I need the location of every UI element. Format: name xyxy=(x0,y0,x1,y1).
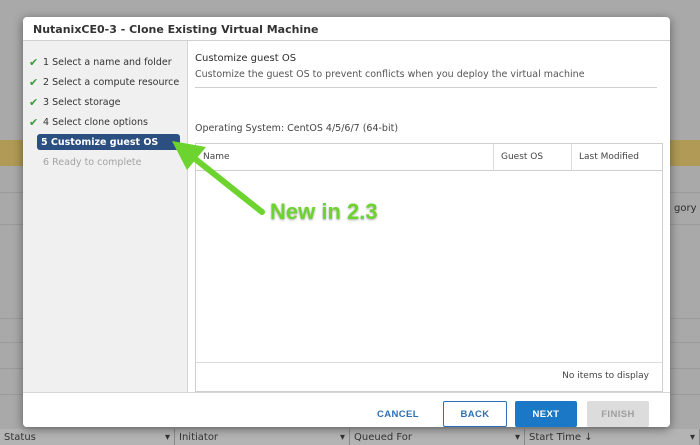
checkmark-icon: ✔ xyxy=(29,95,39,109)
column-header-name[interactable]: Name xyxy=(196,144,494,170)
checkmark-icon: ✔ xyxy=(29,115,39,129)
background-column-status[interactable]: Status ▾ xyxy=(0,429,175,445)
background-column-initiator[interactable]: Initiator ▾ xyxy=(175,429,350,445)
step-ready-to-complete: 6 Ready to complete xyxy=(43,156,142,168)
filter-icon: ▾ xyxy=(339,432,345,443)
step-customize-guest-os[interactable]: 5 Customize guest OS xyxy=(37,134,180,150)
dialog-footer: CANCEL BACK NEXT FINISH xyxy=(23,392,670,427)
background-column-header: gory xyxy=(674,203,697,214)
table-body xyxy=(196,171,662,363)
filter-icon: ▾ xyxy=(164,432,170,443)
customization-spec-table: Name Guest OS Last Modified No items to … xyxy=(195,143,663,392)
column-header-guest-os[interactable]: Guest OS xyxy=(494,144,572,170)
step-select-compute-resource[interactable]: ✔ 2 Select a compute resource xyxy=(23,72,187,92)
sort-desc-icon: ↓ xyxy=(584,432,593,443)
content-title: Customize guest OS xyxy=(195,53,297,64)
back-button[interactable]: BACK xyxy=(443,401,507,427)
checkmark-icon: ✔ xyxy=(29,75,39,89)
column-header-last-modified[interactable]: Last Modified xyxy=(572,144,662,170)
content-description: Customize the guest OS to prevent confli… xyxy=(195,69,585,80)
step-select-storage[interactable]: ✔ 3 Select storage xyxy=(23,92,187,112)
step-select-clone-options[interactable]: ✔ 4 Select clone options xyxy=(23,112,187,132)
background-column-start-time[interactable]: Start Time ↓ ▾ xyxy=(525,429,700,445)
finish-button: FINISH xyxy=(587,401,649,427)
table-empty-message: No items to display xyxy=(562,371,649,381)
table-header: Name Guest OS Last Modified xyxy=(196,144,662,171)
step-select-name-folder[interactable]: ✔ 1 Select a name and folder xyxy=(23,52,187,72)
background-column-queued-for[interactable]: Queued For ▾ xyxy=(350,429,525,445)
cancel-button[interactable]: CANCEL xyxy=(368,401,428,427)
filter-icon: ▾ xyxy=(689,432,695,443)
wizard-content: Customize guest OS Customize the guest O… xyxy=(188,41,670,392)
background-table-header: Status ▾ Initiator ▾ Queued For ▾ Start Tim… xyxy=(0,429,700,445)
operating-system-label: Operating System: CentOS 4/5/6/7 (64-bit… xyxy=(195,123,399,134)
next-button[interactable]: NEXT xyxy=(515,401,577,427)
checkmark-icon: ✔ xyxy=(29,55,39,69)
dialog-title: NutanixCE0-3 - Clone Existing Virtual Ma… xyxy=(23,17,670,41)
divider xyxy=(195,87,657,88)
callout-text: New in 2.3 xyxy=(270,199,378,224)
filter-icon: ▾ xyxy=(514,432,520,443)
wizard-steps: ✔ 1 Select a name and folder ✔ 2 Select … xyxy=(23,41,188,392)
